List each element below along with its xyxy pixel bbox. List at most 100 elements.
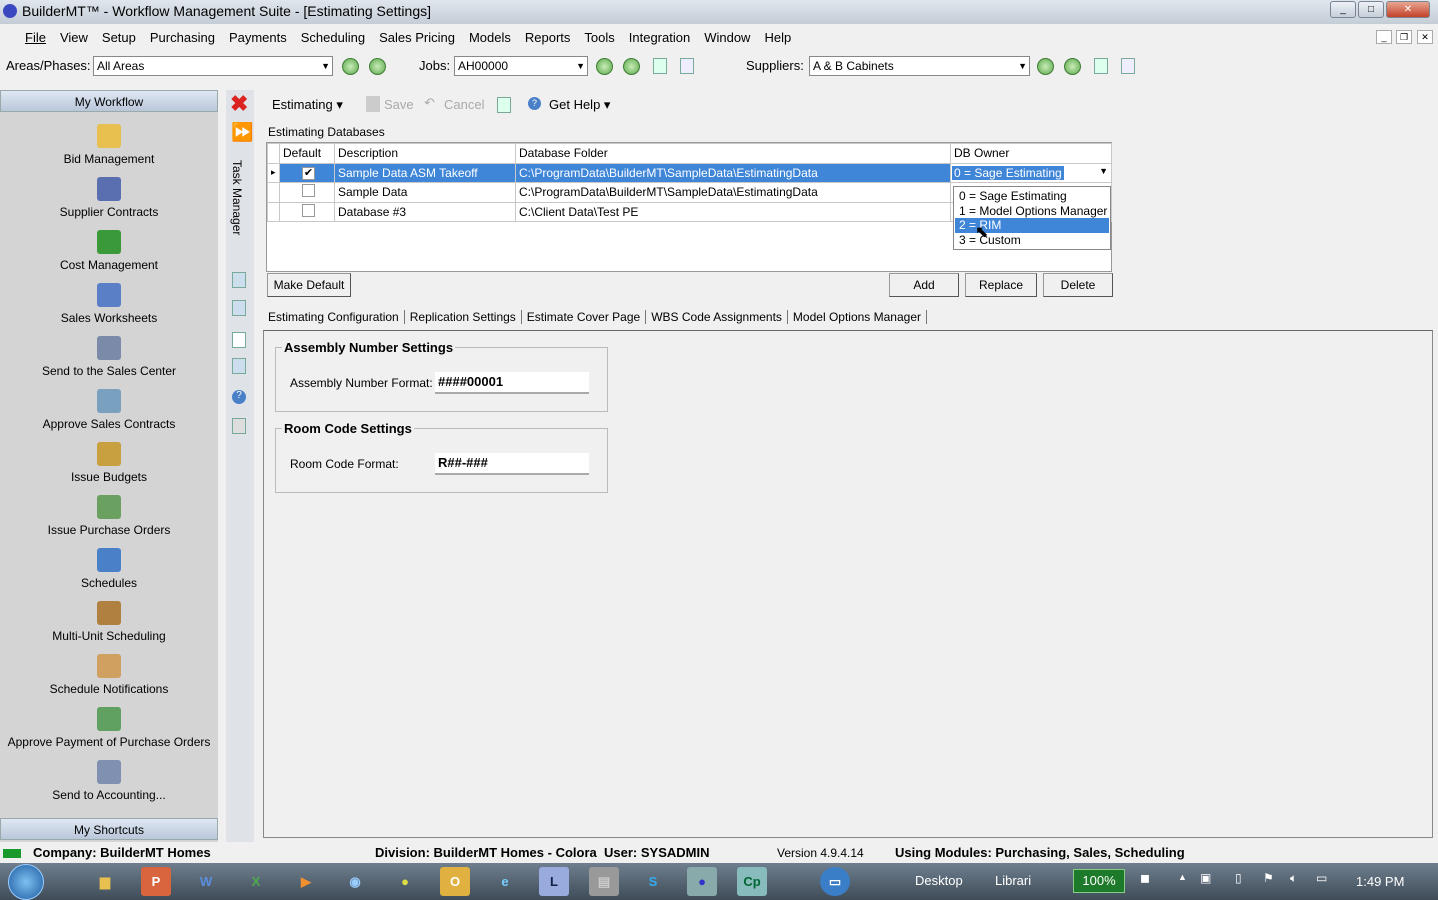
sidebar-item[interactable]: Cost Management	[0, 230, 218, 272]
task-icon-5[interactable]	[232, 418, 246, 434]
action-center-flag-icon[interactable]: ⚑	[1263, 871, 1274, 885]
delete-button[interactable]: Delete	[1043, 273, 1113, 297]
prev-area-button[interactable]	[342, 58, 359, 75]
sidebar-item[interactable]: Schedules	[0, 548, 218, 590]
sidebar-item[interactable]: Schedule Notifications	[0, 654, 218, 696]
prev-job-button[interactable]	[596, 58, 613, 75]
maximize-button[interactable]: □	[1358, 1, 1384, 18]
app-taskbar-icon[interactable]: ●	[390, 867, 420, 896]
save-button[interactable]: Save	[384, 97, 414, 112]
description-cell[interactable]: Sample Data	[334, 182, 516, 203]
task-manager-label[interactable]: Task Manager	[230, 160, 244, 235]
volume-icon[interactable]: 🔈︎	[1290, 871, 1297, 886]
powerpoint-taskbar-icon[interactable]: P	[141, 867, 171, 896]
menu-sales-pricing[interactable]: Sales Pricing	[379, 30, 455, 45]
buildermt-taskbar-icon[interactable]: ●	[687, 867, 717, 896]
prev-supplier-button[interactable]	[1037, 58, 1054, 75]
task-icon-3[interactable]	[232, 332, 246, 348]
owner-option[interactable]: 0 = Sage Estimating	[955, 189, 1109, 204]
help-icon[interactable]: ?	[232, 390, 246, 404]
menu-window[interactable]: Window	[704, 30, 750, 45]
sidebar-item[interactable]: Bid Management	[0, 124, 218, 166]
close-x-icon[interactable]: ✖	[230, 93, 248, 115]
browser-taskbar-icon[interactable]: ◉	[340, 867, 370, 896]
menu-payments[interactable]: Payments	[229, 30, 287, 45]
excel-taskbar-icon[interactable]: X	[241, 867, 271, 896]
outlook-taskbar-icon[interactable]: O	[440, 867, 470, 896]
col-description[interactable]: Description	[334, 143, 516, 164]
close-button[interactable]: ✕	[1386, 1, 1430, 18]
db-owner-select[interactable]: 0 = Sage Estimating ▼	[950, 162, 1112, 183]
menu-reports[interactable]: Reports	[525, 30, 571, 45]
sidebar-item[interactable]: Send to Accounting...	[0, 760, 218, 802]
sidebar-shortcuts-header[interactable]: My Shortcuts	[0, 818, 218, 840]
suppliers-select[interactable]: A & B Cabinets ▼	[809, 56, 1030, 76]
menu-integration[interactable]: Integration	[629, 30, 690, 45]
assembly-format-input[interactable]: ####00001	[435, 372, 589, 394]
next-job-button[interactable]	[623, 58, 640, 75]
menu-tools[interactable]: Tools	[584, 30, 614, 45]
sidebar-item[interactable]: Supplier Contracts	[0, 177, 218, 219]
room-format-input[interactable]: R##-###	[435, 453, 589, 475]
col-folder[interactable]: Database Folder	[515, 143, 951, 164]
menu-setup[interactable]: Setup	[102, 30, 136, 45]
libraries-toolbar[interactable]: Librari	[995, 873, 1031, 888]
refresh-icon[interactable]	[497, 97, 511, 113]
tab-wbs-code-assignments[interactable]: WBS Code Assignments	[646, 310, 788, 324]
captivate-taskbar-icon[interactable]: Cp	[737, 867, 767, 896]
cancel-button[interactable]: Cancel	[444, 97, 484, 112]
sidebar-header[interactable]: My Workflow	[0, 90, 218, 112]
mdi-minimize-button[interactable]: _	[1376, 30, 1392, 44]
sidebar-item[interactable]: Send to the Sales Center	[0, 336, 218, 378]
refresh-icon[interactable]	[1094, 58, 1108, 74]
get-help-dropdown[interactable]: Get Help ▾	[549, 97, 610, 113]
folder-cell[interactable]: C:\ProgramData\BuilderMT\SampleData\Esti…	[515, 162, 951, 183]
search-icon[interactable]	[1121, 58, 1135, 74]
desktop-toolbar[interactable]: Desktop	[915, 873, 963, 888]
ie-taskbar-icon[interactable]: e	[490, 867, 520, 896]
lync-taskbar-icon[interactable]: L	[539, 867, 569, 896]
tray-icon[interactable]: ◼	[1140, 871, 1150, 885]
owner-option[interactable]: 1 = Model Options Manager	[955, 204, 1109, 219]
menu-file[interactable]: File	[25, 30, 46, 45]
tray-device-icon[interactable]: ▯	[1235, 871, 1242, 885]
start-button[interactable]	[8, 864, 44, 900]
explorer-taskbar-icon[interactable]: ▆	[90, 867, 120, 896]
menu-purchasing[interactable]: Purchasing	[150, 30, 215, 45]
chevron-down-icon[interactable]: ▼	[1099, 166, 1108, 176]
sidebar-item[interactable]: Issue Purchase Orders	[0, 495, 218, 537]
menu-help[interactable]: Help	[764, 30, 791, 45]
menu-models[interactable]: Models	[469, 30, 511, 45]
replace-button[interactable]: Replace	[965, 273, 1037, 297]
menu-view[interactable]: View	[60, 30, 88, 45]
table-row[interactable]: ▸ ✔ Sample Data ASM Takeoff C:\ProgramData\…	[267, 162, 1112, 183]
sidebar-item[interactable]: Issue Budgets	[0, 442, 218, 484]
task-icon-4[interactable]	[232, 358, 246, 374]
sidebar-item[interactable]: Approve Payment of Purchase Orders	[0, 707, 218, 749]
default-checkbox[interactable]	[302, 184, 315, 198]
col-db-owner[interactable]: DB Owner	[950, 143, 1112, 164]
tab-model-options-manager[interactable]: Model Options Manager	[788, 310, 927, 324]
task-icon-2[interactable]	[232, 300, 246, 316]
refresh-icon[interactable]	[653, 58, 667, 74]
clock[interactable]: 1:49 PM	[1356, 874, 1404, 889]
folder-cell[interactable]: C:\ProgramData\BuilderMT\SampleData\Esti…	[515, 182, 951, 203]
estimating-dropdown[interactable]: Estimating ▾	[272, 97, 343, 113]
word-taskbar-icon[interactable]: W	[191, 867, 221, 896]
areas-select[interactable]: All Areas ▼	[93, 56, 333, 76]
tab-estimate-cover-page[interactable]: Estimate Cover Page	[522, 310, 647, 324]
default-checkbox[interactable]: ✔	[302, 167, 315, 181]
description-cell[interactable]: Database #3	[334, 201, 516, 222]
tab-estimating-configuration[interactable]: Estimating Configuration	[263, 310, 405, 324]
expand-icon[interactable]: ⏩	[231, 122, 253, 143]
task-icon-1[interactable]	[232, 272, 246, 288]
minimize-button[interactable]: _	[1330, 1, 1356, 18]
sidebar-item[interactable]: Approve Sales Contracts	[0, 389, 218, 431]
sidebar-item[interactable]: Multi-Unit Scheduling	[0, 601, 218, 643]
media-player-taskbar-icon[interactable]: ▶	[291, 867, 321, 896]
add-button[interactable]: Add	[889, 273, 959, 297]
tab-replication-settings[interactable]: Replication Settings	[405, 310, 522, 324]
folder-cell[interactable]: C:\Client Data\Test PE	[515, 201, 951, 222]
make-default-button[interactable]: Make Default	[267, 273, 351, 297]
network-icon[interactable]: ▭	[1316, 871, 1327, 885]
